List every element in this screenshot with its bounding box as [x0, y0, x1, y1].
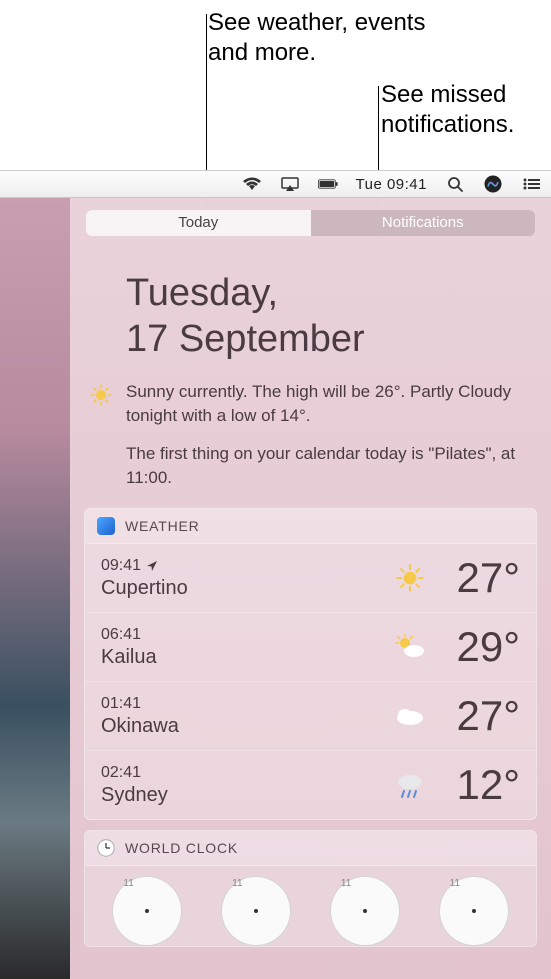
siri-icon[interactable]	[483, 174, 503, 194]
menubar-clock[interactable]: Tue 09:41	[356, 176, 428, 193]
weather-temp: 29°	[430, 623, 520, 671]
weather-condition-icon	[390, 564, 430, 592]
calendar-summary-text: The first thing on your calendar today i…	[126, 442, 529, 490]
weather-city: Cupertino	[101, 577, 390, 600]
weather-row[interactable]: 09:41 Cupertino 27°	[85, 544, 536, 613]
clock-face	[112, 876, 182, 946]
tab-today[interactable]: Today	[86, 210, 311, 236]
worldclock-widget: WORLD CLOCK	[84, 830, 537, 947]
weather-temp: 27°	[430, 692, 520, 740]
weather-time: 02:41	[101, 764, 390, 782]
wifi-icon[interactable]	[242, 174, 262, 194]
location-icon	[147, 561, 157, 571]
clock-face	[330, 876, 400, 946]
notification-center-icon[interactable]	[521, 174, 541, 194]
desktop: Tue 09:41 Today Notifications Tuesday, 1…	[0, 170, 551, 979]
weather-row[interactable]: 01:41 Okinawa 27°	[85, 682, 536, 751]
notification-center-panel: Today Notifications Tuesday, 17 Septembe…	[70, 198, 551, 979]
weather-condition-icon	[390, 634, 430, 660]
worldclock-widget-header: WORLD CLOCK	[85, 831, 536, 866]
sunny-icon	[90, 384, 112, 406]
weather-widget: WEATHER 09:41 Cupertino 27° 06:41 Kailua 29°…	[84, 508, 537, 820]
callout-today: See weather, events and more.	[208, 8, 448, 68]
weather-row[interactable]: 06:41 Kailua 29°	[85, 613, 536, 682]
desktop-wallpaper	[0, 198, 70, 979]
clock-face	[439, 876, 509, 946]
worldclock-widget-title: WORLD CLOCK	[125, 840, 238, 856]
battery-icon[interactable]	[318, 174, 338, 194]
weather-time: 06:41	[101, 626, 390, 644]
weather-condition-icon	[390, 705, 430, 727]
today-date: Tuesday, 17 September	[126, 270, 529, 362]
callout-notifications: See missed notifications.	[381, 80, 551, 140]
tab-notifications[interactable]: Notifications	[311, 210, 536, 236]
weather-city: Kailua	[101, 646, 390, 669]
weather-widget-title: WEATHER	[125, 518, 200, 534]
weather-time: 01:41	[101, 695, 390, 713]
clock-face	[221, 876, 291, 946]
date-line2: 17 September	[126, 316, 529, 362]
weather-app-icon	[97, 517, 115, 535]
airplay-icon[interactable]	[280, 174, 300, 194]
date-line1: Tuesday,	[126, 270, 529, 316]
weather-row[interactable]: 02:41 Sydney 12°	[85, 751, 536, 819]
weather-summary-text: Sunny currently. The high will be 26°. P…	[126, 380, 529, 428]
weather-widget-header: WEATHER	[85, 509, 536, 544]
weather-temp: 27°	[430, 554, 520, 602]
weather-summary: Sunny currently. The high will be 26°. P…	[90, 380, 529, 428]
weather-city: Sydney	[101, 784, 390, 807]
spotlight-icon[interactable]	[445, 174, 465, 194]
weather-temp: 12°	[430, 761, 520, 809]
clock-app-icon	[97, 839, 115, 857]
tab-segmented-control: Today Notifications	[86, 210, 535, 236]
worldclock-row	[85, 866, 536, 946]
weather-condition-icon	[390, 771, 430, 799]
callout-area: See weather, events and more. See missed…	[0, 0, 551, 170]
weather-city: Okinawa	[101, 715, 390, 738]
weather-time: 09:41	[101, 557, 390, 575]
menubar: Tue 09:41	[0, 170, 551, 198]
